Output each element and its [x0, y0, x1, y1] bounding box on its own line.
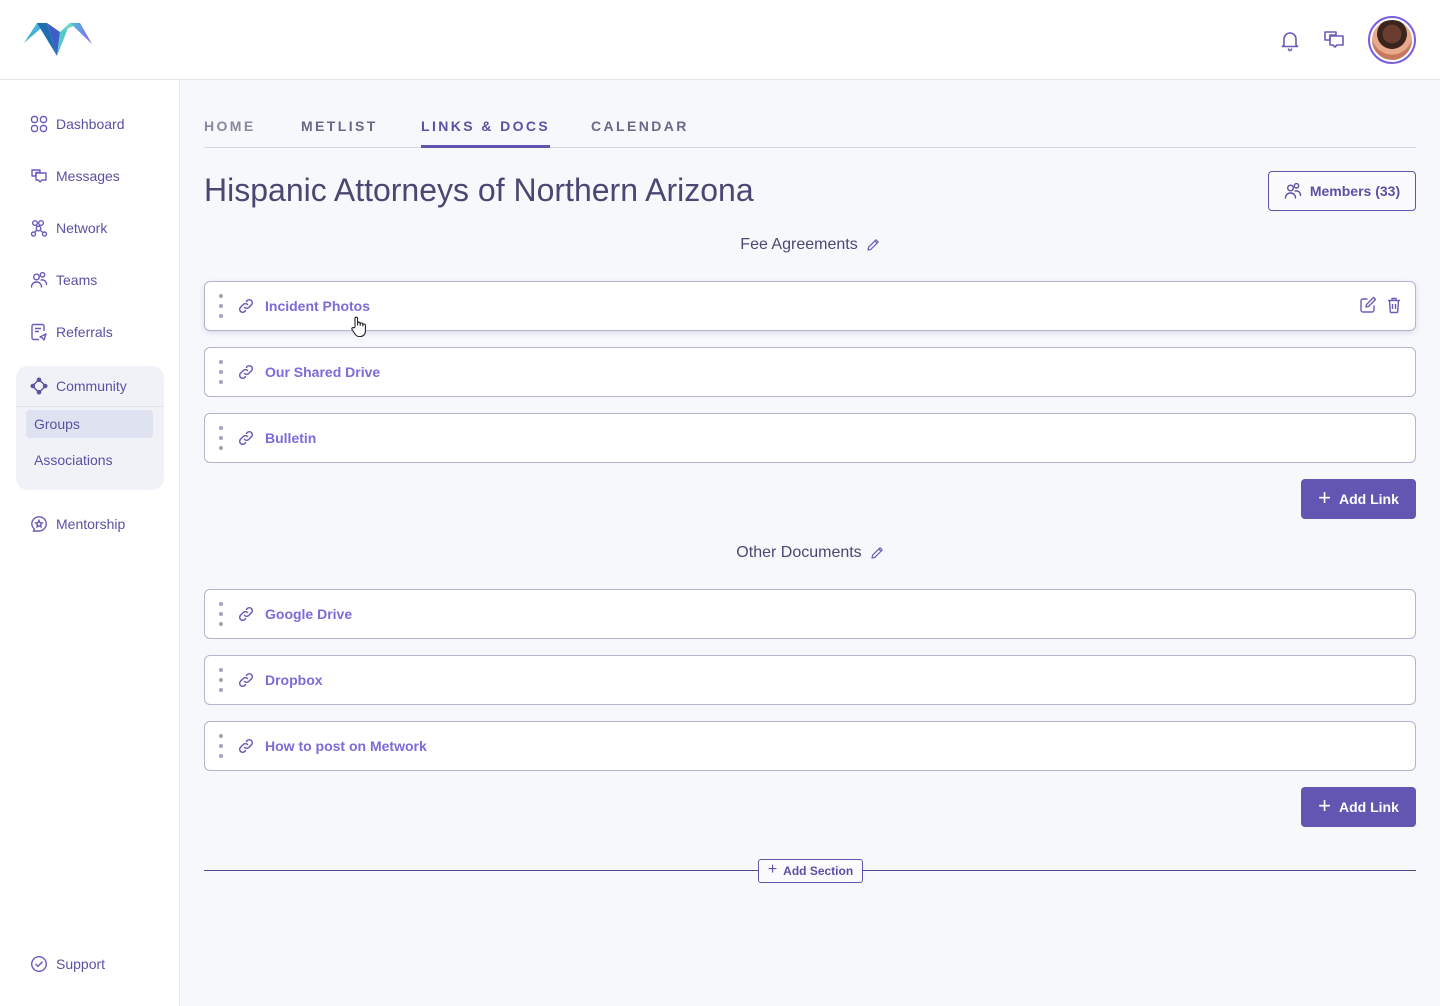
team-icon [30, 271, 48, 288]
add-link-button[interactable]: + Add Link [1301, 479, 1416, 519]
pencil-icon[interactable] [866, 238, 880, 252]
link-icon [238, 298, 254, 314]
add-link-button[interactable]: + Add Link [1301, 787, 1416, 827]
link-title[interactable]: Bulletin [265, 430, 316, 446]
link-card[interactable]: Google Drive [204, 589, 1416, 639]
sidebar-item-label: Dashboard [56, 116, 125, 132]
team-icon [1284, 182, 1302, 199]
plus-icon: + [1318, 485, 1331, 510]
drag-handle-icon[interactable] [219, 426, 223, 450]
drag-handle-icon[interactable] [219, 668, 223, 692]
support-icon [30, 955, 48, 973]
grid-icon [30, 115, 48, 133]
section-title-text: Fee Agreements [740, 236, 858, 253]
sidebar-subitem-groups[interactable]: Groups [26, 410, 153, 438]
metwork-logo[interactable] [24, 22, 92, 58]
drag-handle-icon[interactable] [219, 734, 223, 758]
link-card[interactable]: Bulletin [204, 413, 1416, 463]
tab-bar: HOME METLIST LINKS & DOCS CALENDAR [204, 112, 1416, 148]
sidebar-subitem-associations[interactable]: Associations [26, 446, 153, 474]
add-section-label: Add Section [783, 864, 854, 878]
link-icon [238, 738, 254, 754]
add-section-button[interactable]: + Add Section [758, 859, 863, 883]
trash-icon[interactable] [1385, 296, 1403, 314]
link-title[interactable]: Our Shared Drive [265, 364, 380, 380]
tab-calendar[interactable]: CALENDAR [591, 118, 689, 148]
sidebar-item-label: Support [56, 956, 106, 972]
plus-icon: + [1318, 793, 1331, 818]
divider [16, 406, 164, 407]
drag-handle-icon[interactable] [219, 294, 223, 318]
sidebar-item-label: Messages [56, 168, 120, 184]
drag-handle-icon[interactable] [219, 602, 223, 626]
link-icon [238, 364, 254, 380]
link-icon [238, 606, 254, 622]
section-title-text: Other Documents [736, 544, 862, 561]
mentorship-icon [31, 516, 47, 532]
plus-icon: + [767, 861, 778, 878]
link-icon [238, 430, 254, 446]
add-link-label: Add Link [1338, 799, 1399, 815]
sidebar-item-network[interactable]: Network [30, 216, 107, 240]
link-card[interactable]: Our Shared Drive [204, 347, 1416, 397]
avatar-image [1372, 20, 1412, 60]
referral-icon [31, 323, 47, 341]
tab-metlist[interactable]: METLIST [301, 118, 378, 148]
link-title[interactable]: How to post on Metwork [265, 738, 427, 754]
link-title[interactable]: Incident Photos [265, 298, 370, 314]
sidebar-item-label: Community [56, 378, 127, 394]
community-icon [30, 377, 48, 395]
members-button[interactable]: Members (33) [1268, 171, 1416, 211]
tab-links-docs[interactable]: LINKS & DOCS [421, 118, 551, 148]
sidebar-item-messages[interactable]: Messages [30, 164, 120, 188]
sidebar-item-label: Mentorship [56, 516, 126, 532]
link-title[interactable]: Google Drive [265, 606, 352, 622]
link-icon [238, 672, 254, 688]
messages-icon [31, 169, 47, 183]
messages-icon[interactable] [1322, 28, 1346, 52]
tab-home[interactable]: HOME [204, 118, 256, 148]
pencil-icon[interactable] [870, 546, 884, 560]
sidebar-item-mentorship[interactable]: Mentorship [30, 512, 125, 536]
edit-icon[interactable] [1359, 296, 1377, 314]
sidebar-item-label: Referrals [56, 324, 113, 340]
link-card[interactable]: Dropbox [204, 655, 1416, 705]
sidebar-item-referrals[interactable]: Referrals [30, 320, 113, 344]
network-icon [30, 220, 48, 237]
card-actions [1359, 296, 1403, 314]
sidebar-item-dashboard[interactable]: Dashboard [30, 112, 125, 136]
bell-icon[interactable] [1278, 28, 1302, 52]
page-title: Hispanic Attorneys of Northern Arizona [204, 172, 754, 208]
drag-handle-icon[interactable] [219, 360, 223, 384]
avatar[interactable] [1368, 16, 1416, 64]
top-bar [0, 0, 1440, 80]
sidebar-item-community[interactable]: Community [30, 374, 127, 398]
sidebar: Dashboard Messages Network Teams Referra… [0, 80, 180, 1006]
link-card[interactable]: Incident Photos [204, 281, 1416, 331]
sidebar-item-label: Network [56, 220, 108, 236]
section-title: Fee Agreements [204, 236, 1416, 254]
community-group: Community Groups Associations [16, 366, 164, 490]
sidebar-item-support[interactable]: Support [30, 952, 105, 976]
members-label: Members (33) [1309, 183, 1401, 199]
link-card[interactable]: How to post on Metwork [204, 721, 1416, 771]
add-link-label: Add Link [1338, 491, 1399, 507]
hand-cursor-icon [351, 316, 366, 338]
link-title[interactable]: Dropbox [265, 672, 323, 688]
sidebar-item-label: Teams [56, 272, 98, 288]
section-title: Other Documents [204, 544, 1416, 562]
sidebar-item-teams[interactable]: Teams [30, 268, 97, 292]
